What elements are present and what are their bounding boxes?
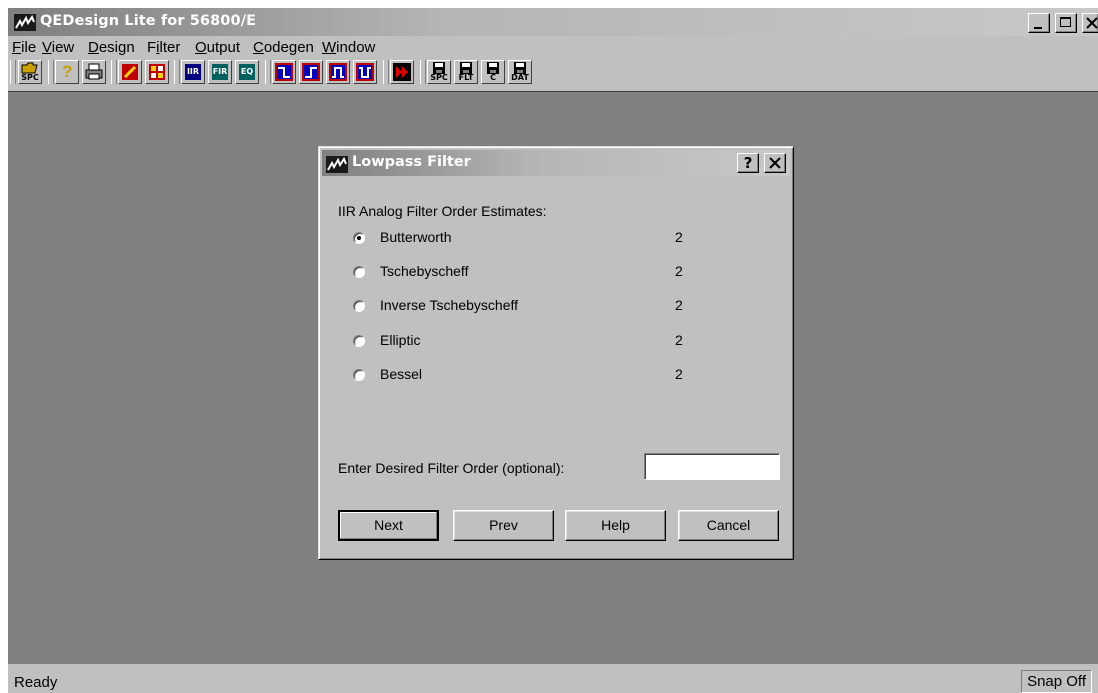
dialog-title: Lowpass Filter xyxy=(352,154,471,170)
radio-button[interactable] xyxy=(353,300,365,312)
minimize-icon xyxy=(1034,27,1043,29)
highpass-icon xyxy=(302,63,320,81)
highpass-button[interactable] xyxy=(299,60,323,84)
option-order: 2 xyxy=(675,366,683,382)
menu-design[interactable]: Design xyxy=(88,39,135,56)
window-controls xyxy=(1027,13,1098,33)
option-bessel[interactable]: Bessel 2 xyxy=(353,365,683,385)
help-button[interactable]: Help xyxy=(565,510,666,541)
menu-file[interactable]: File xyxy=(12,39,36,56)
toolbar-separator xyxy=(265,60,271,84)
option-order: 2 xyxy=(675,297,683,313)
eq-button[interactable]: EQ xyxy=(235,60,259,84)
option-butterworth[interactable]: Butterworth 2 xyxy=(353,228,683,248)
iir-icon: IIR xyxy=(185,64,201,80)
menu-window[interactable]: Window xyxy=(322,39,375,56)
help-button[interactable]: ? xyxy=(55,60,79,84)
option-label: Butterworth xyxy=(380,229,452,245)
grid-button[interactable] xyxy=(145,60,169,84)
radio-button[interactable] xyxy=(353,369,365,381)
app-logo-icon xyxy=(14,14,36,31)
radio-button[interactable] xyxy=(353,232,365,244)
help-icon: ? xyxy=(743,154,753,172)
app-logo-icon xyxy=(326,156,348,173)
edit-icon xyxy=(122,64,138,80)
option-elliptic[interactable]: Elliptic 2 xyxy=(353,331,683,351)
filter-order-label: Enter Desired Filter Order (optional): xyxy=(338,460,565,476)
fir-icon: FIR xyxy=(212,64,228,80)
bandstop-button[interactable] xyxy=(353,60,377,84)
option-order: 2 xyxy=(675,229,683,245)
menu-output[interactable]: Output xyxy=(195,39,240,56)
maximize-button[interactable] xyxy=(1055,13,1078,33)
option-inverse-tschebyscheff[interactable]: Inverse Tschebyscheff 2 xyxy=(353,296,683,316)
menu-filter[interactable]: Filter xyxy=(147,39,180,56)
eq-icon: EQ xyxy=(239,64,255,80)
option-label: Elliptic xyxy=(380,332,421,348)
close-icon xyxy=(769,157,781,169)
lowpass-button[interactable] xyxy=(272,60,296,84)
next-button[interactable]: Next xyxy=(338,510,439,541)
cancel-button[interactable]: Cancel xyxy=(678,510,779,541)
toolbar-separator xyxy=(111,60,117,84)
iir-button[interactable]: IIR xyxy=(181,60,205,84)
menu-view[interactable]: View xyxy=(42,39,74,56)
option-label: Bessel xyxy=(380,366,423,382)
bandpass-button[interactable] xyxy=(326,60,350,84)
prev-button[interactable]: Prev xyxy=(453,510,554,541)
context-help-button[interactable]: ? xyxy=(737,153,760,173)
print-button[interactable] xyxy=(82,60,106,84)
option-order: 2 xyxy=(675,263,683,279)
dialog-close-button[interactable] xyxy=(764,153,786,173)
lowpass-filter-dialog: Lowpass Filter ? IIR Analog Filter Order… xyxy=(318,146,794,560)
option-order: 2 xyxy=(675,332,683,348)
save-dat-button[interactable]: DAT xyxy=(508,60,532,84)
dialog-controls: ? xyxy=(736,153,786,173)
open-spec-button[interactable]: SPC xyxy=(18,60,42,84)
help-icon: ? xyxy=(62,62,73,81)
close-icon xyxy=(1086,17,1098,29)
radio-button[interactable] xyxy=(353,335,365,347)
dialog-title-bar[interactable]: Lowpass Filter ? xyxy=(322,150,790,176)
menu-codegen[interactable]: Codegen xyxy=(253,39,314,56)
estimates-label: IIR Analog Filter Order Estimates: xyxy=(338,203,547,219)
status-text: Ready xyxy=(14,674,58,691)
menu-bar: File View Design Filter Output Codegen W… xyxy=(8,36,1098,58)
toolbar-separator xyxy=(420,60,426,84)
app-title-bar[interactable]: QEDesign Lite for 56800/E xyxy=(8,8,1098,36)
minimize-button[interactable] xyxy=(1028,13,1051,33)
bandstop-icon xyxy=(356,63,374,81)
save-flt-button[interactable]: FLT xyxy=(454,60,478,84)
grid-icon xyxy=(149,64,165,80)
save-spc-button[interactable]: SPC xyxy=(427,60,451,84)
snap-indicator: Snap Off xyxy=(1021,670,1092,693)
status-bar: Ready Snap Off xyxy=(8,668,1098,693)
toolbar-separator xyxy=(48,60,54,84)
toolbar-grip xyxy=(10,60,16,84)
bandpass-icon xyxy=(329,63,347,81)
run-button[interactable] xyxy=(390,60,414,84)
edit-button[interactable] xyxy=(118,60,142,84)
toolbar-separator xyxy=(174,60,180,84)
option-label: Inverse Tschebyscheff xyxy=(380,297,519,313)
save-c-button[interactable]: C xyxy=(481,60,505,84)
fir-button[interactable]: FIR xyxy=(208,60,232,84)
filter-order-input[interactable] xyxy=(644,453,780,480)
option-label: Tschebyscheff xyxy=(380,263,469,279)
run-icon xyxy=(393,63,411,81)
close-button[interactable] xyxy=(1082,13,1098,33)
app-title: QEDesign Lite for 56800/E xyxy=(40,13,257,29)
radio-button[interactable] xyxy=(353,266,365,278)
option-tschebyscheff[interactable]: Tschebyscheff 2 xyxy=(353,262,683,282)
toolbar-separator xyxy=(383,60,389,84)
print-icon xyxy=(85,63,103,80)
lowpass-icon xyxy=(275,63,293,81)
toolbar: SPC ? IIR FIR EQ SPC FLT C DAT xyxy=(8,58,1098,88)
maximize-icon xyxy=(1060,17,1072,27)
